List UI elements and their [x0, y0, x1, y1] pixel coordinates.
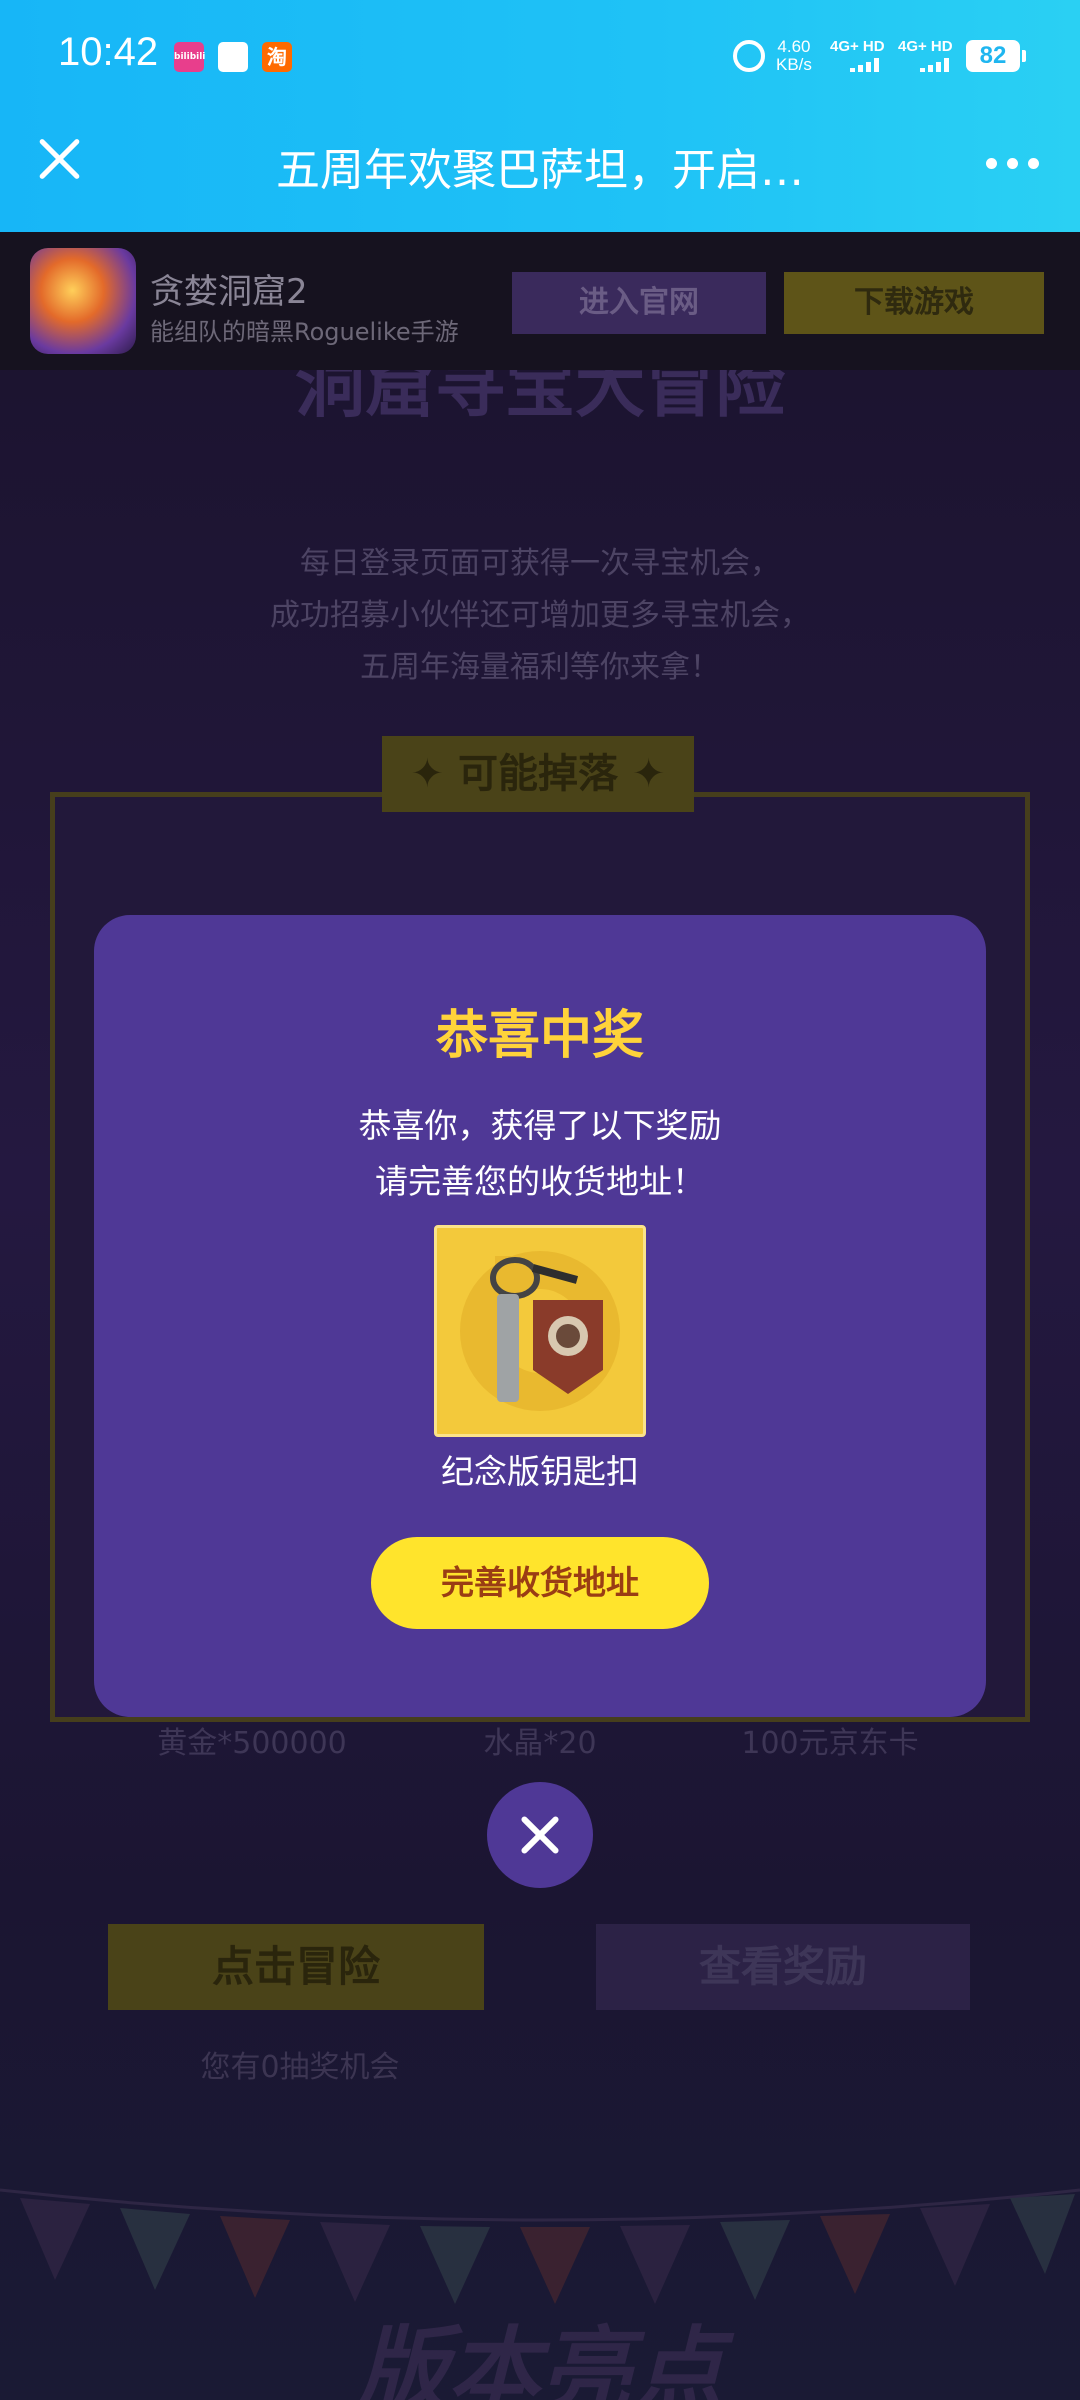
- prize-name: 纪念版钥匙扣: [441, 1452, 639, 1491]
- intro-line: 成功招募小伙伴还可增加更多寻宝机会，: [270, 598, 810, 633]
- taobao-icon: 淘: [262, 42, 292, 72]
- close-modal-icon[interactable]: [487, 1782, 593, 1888]
- modal-title: 恭喜中奖: [435, 1006, 644, 1066]
- game-app-icon: [30, 248, 136, 354]
- prize-list: 黄金*500000 水晶*20 100元京东卡: [0, 1718, 1080, 1761]
- page-title: 五周年欢聚巴萨坦，开启…: [276, 145, 804, 196]
- close-page-icon[interactable]: [36, 136, 82, 182]
- network-speed: 4.60 KB/s: [776, 38, 812, 74]
- signal-bars-2-icon: [920, 58, 949, 72]
- network-speed-unit: KB/s: [776, 55, 812, 74]
- prize-item-crystal: 水晶*20: [483, 1726, 597, 1761]
- view-rewards-button[interactable]: 查看奖励: [596, 1924, 970, 2010]
- network-speed-value: 4.60: [777, 37, 811, 56]
- signal-label-1: 4G+ HD: [830, 38, 885, 55]
- top-bar: 10:42 bilibili 淘 4.60 KB/s 4G+ HD 4G+ HD…: [0, 0, 1080, 232]
- title-bar: 五周年欢聚巴萨坦，开启…: [0, 110, 1080, 232]
- signal-bars-1-icon: [850, 58, 879, 72]
- complete-address-button[interactable]: 完善收货地址: [371, 1537, 709, 1629]
- notification-icon: [218, 42, 248, 72]
- event-heading: 洞窟寻宝大冒险: [295, 370, 785, 427]
- possible-drops-label: ✦ 可能掉落 ✦: [382, 736, 694, 812]
- event-intro: 每日登录页面可获得一次寻宝机会， 成功招募小伙伴还可增加更多寻宝机会， 五周年海…: [0, 538, 1080, 694]
- draw-chances-text: 您有0抽奖机会: [200, 2050, 400, 2085]
- game-subtitle: 能组队的暗黑Roguelike手游: [150, 318, 459, 346]
- status-bar: 10:42 bilibili 淘 4.60 KB/s 4G+ HD 4G+ HD…: [0, 0, 1080, 110]
- modal-message-line-1: 恭喜你，获得了以下奖励: [358, 1106, 722, 1145]
- bunting-decoration: [0, 2188, 1080, 2304]
- modal-message-line-2: 请完善您的收货地址！: [375, 1162, 705, 1201]
- download-game-button[interactable]: 下载游戏: [784, 272, 1044, 334]
- prize-item-jd-card: 100元京东卡: [741, 1726, 919, 1761]
- game-banner: 贪婪洞窟2 能组队的暗黑Roguelike手游 进入官网 下载游戏: [0, 232, 1080, 370]
- intro-line: 每日登录页面可获得一次寻宝机会，: [300, 546, 780, 581]
- game-name: 贪婪洞窟2: [150, 272, 308, 312]
- battery-icon: 82: [966, 40, 1026, 72]
- signal-label-2: 4G+ HD: [898, 38, 953, 55]
- adventure-button[interactable]: 点击冒险: [108, 1924, 484, 2010]
- status-time: 10:42: [58, 30, 159, 74]
- alarm-icon: [733, 40, 765, 72]
- more-options-icon[interactable]: [986, 158, 1039, 169]
- prize-item-gold: 黄金*500000: [157, 1726, 347, 1761]
- prize-modal: 恭喜中奖 恭喜你，获得了以下奖励 请完善您的收货地址！ 纪念版钥匙扣 完善收货地…: [94, 915, 986, 1717]
- intro-line: 五周年海量福利等你来拿！: [360, 650, 720, 685]
- keychain-prize-image: [434, 1225, 646, 1437]
- bilibili-icon: bilibili: [174, 42, 205, 72]
- version-highlights-title: 版本亮点: [355, 2317, 724, 2400]
- official-site-button[interactable]: 进入官网: [512, 272, 766, 334]
- keychain-icon: [460, 1251, 620, 1411]
